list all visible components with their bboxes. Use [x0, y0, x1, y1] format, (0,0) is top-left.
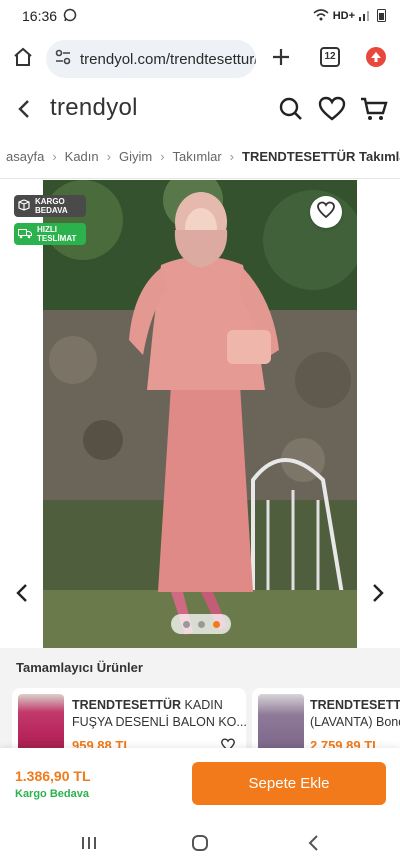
site-header: trendyol: [0, 86, 400, 132]
battery-icon: [377, 8, 386, 25]
address-bar[interactable]: trendyol.com/trendtesettur/: [46, 40, 256, 78]
status-bar: 16:36 HD+: [0, 0, 400, 32]
back-arrow-icon[interactable]: [14, 98, 36, 125]
search-icon[interactable]: [278, 96, 304, 127]
truck-icon: [18, 227, 32, 241]
breadcrumb-item[interactable]: Takımlar: [173, 140, 222, 174]
update-icon[interactable]: [366, 47, 386, 67]
heart-icon: [316, 201, 336, 224]
product-name: (LAVANTA) Bond: [310, 715, 400, 729]
breadcrumb-item[interactable]: Kadın: [65, 140, 99, 174]
purchase-bar: 1.386,90 TL Kargo Bedava Sepete Ekle: [0, 748, 400, 820]
tab-count-button[interactable]: 12: [320, 47, 340, 67]
chevron-right-icon: ›: [160, 149, 165, 164]
browser-toolbar: trendyol.com/trendtesettur/ 12: [0, 32, 400, 86]
free-shipping-badge: KARGO BEDAVA: [14, 195, 86, 217]
add-to-favorites-button[interactable]: [310, 196, 342, 228]
product-price-total: 1.386,90 TL: [15, 768, 91, 784]
prev-image-arrow[interactable]: [14, 583, 30, 608]
complementary-products: Tamamlayıcı Ürünler TRENDTESETTÜR KADIN …: [0, 648, 400, 758]
favorites-heart-icon[interactable]: [318, 96, 346, 127]
section-title: Tamamlayıcı Ürünler: [16, 660, 143, 675]
divider: [0, 178, 400, 179]
url-text: trendyol.com/trendtesettur/: [80, 50, 256, 68]
breadcrumb-item[interactable]: asayfa: [6, 140, 44, 174]
home-button-icon[interactable]: [191, 834, 209, 857]
breadcrumb: asayfa › Kadın › Giyim › Takımlar › TRENDTESETTÜ…: [0, 140, 400, 174]
badge-line: KARGO: [35, 197, 65, 206]
chevron-right-icon: ›: [229, 149, 235, 164]
badge-line: BEDAVA: [35, 206, 68, 215]
home-icon[interactable]: [12, 46, 34, 73]
box-icon: [18, 199, 30, 213]
recent-apps-icon[interactable]: [80, 834, 98, 857]
system-nav-bar: [0, 820, 400, 866]
signal-icon: [359, 9, 373, 24]
product-brand: TRENDTESETTÜR: [72, 698, 182, 712]
pagination-dot-active[interactable]: [212, 620, 220, 628]
clock: 16:36: [22, 8, 58, 24]
cart-icon[interactable]: [360, 96, 388, 127]
wifi-icon: [313, 8, 329, 24]
site-settings-icon[interactable]: [54, 48, 72, 71]
gallery-pagination: [171, 614, 231, 634]
product-gallery[interactable]: [0, 180, 400, 648]
next-image-arrow[interactable]: [370, 583, 386, 608]
chevron-right-icon: ›: [106, 149, 111, 164]
add-to-cart-button[interactable]: Sepete Ekle: [192, 762, 386, 805]
product-name: FUŞYA DESENLİ BALON KO...: [72, 715, 246, 729]
new-tab-icon[interactable]: [268, 44, 294, 75]
whatsapp-icon: [63, 8, 77, 25]
pagination-dot[interactable]: [197, 620, 205, 628]
breadcrumb-item[interactable]: Giyim: [119, 140, 152, 174]
back-button-icon[interactable]: [305, 834, 323, 857]
chevron-right-icon: ›: [52, 149, 57, 164]
breadcrumb-current[interactable]: TRENDTESETTÜR Takımlar: [242, 140, 400, 174]
product-thumbnail[interactable]: [18, 694, 64, 754]
product-brand: TRENDTESETTÜ: [310, 698, 400, 712]
product-name: KADIN: [184, 698, 223, 712]
product-photo[interactable]: [43, 180, 357, 648]
product-thumbnail[interactable]: [258, 694, 304, 754]
badge-line: TESLİMAT: [37, 234, 77, 243]
trendyol-logo[interactable]: trendyol: [50, 94, 138, 122]
free-shipping-label: Kargo Bedava: [15, 788, 89, 800]
fast-delivery-badge: HIZLI TESLİMAT: [14, 223, 86, 245]
pagination-dot[interactable]: [182, 620, 190, 628]
badge-line: HIZLI: [37, 225, 57, 234]
network-label: HD+: [332, 10, 355, 22]
